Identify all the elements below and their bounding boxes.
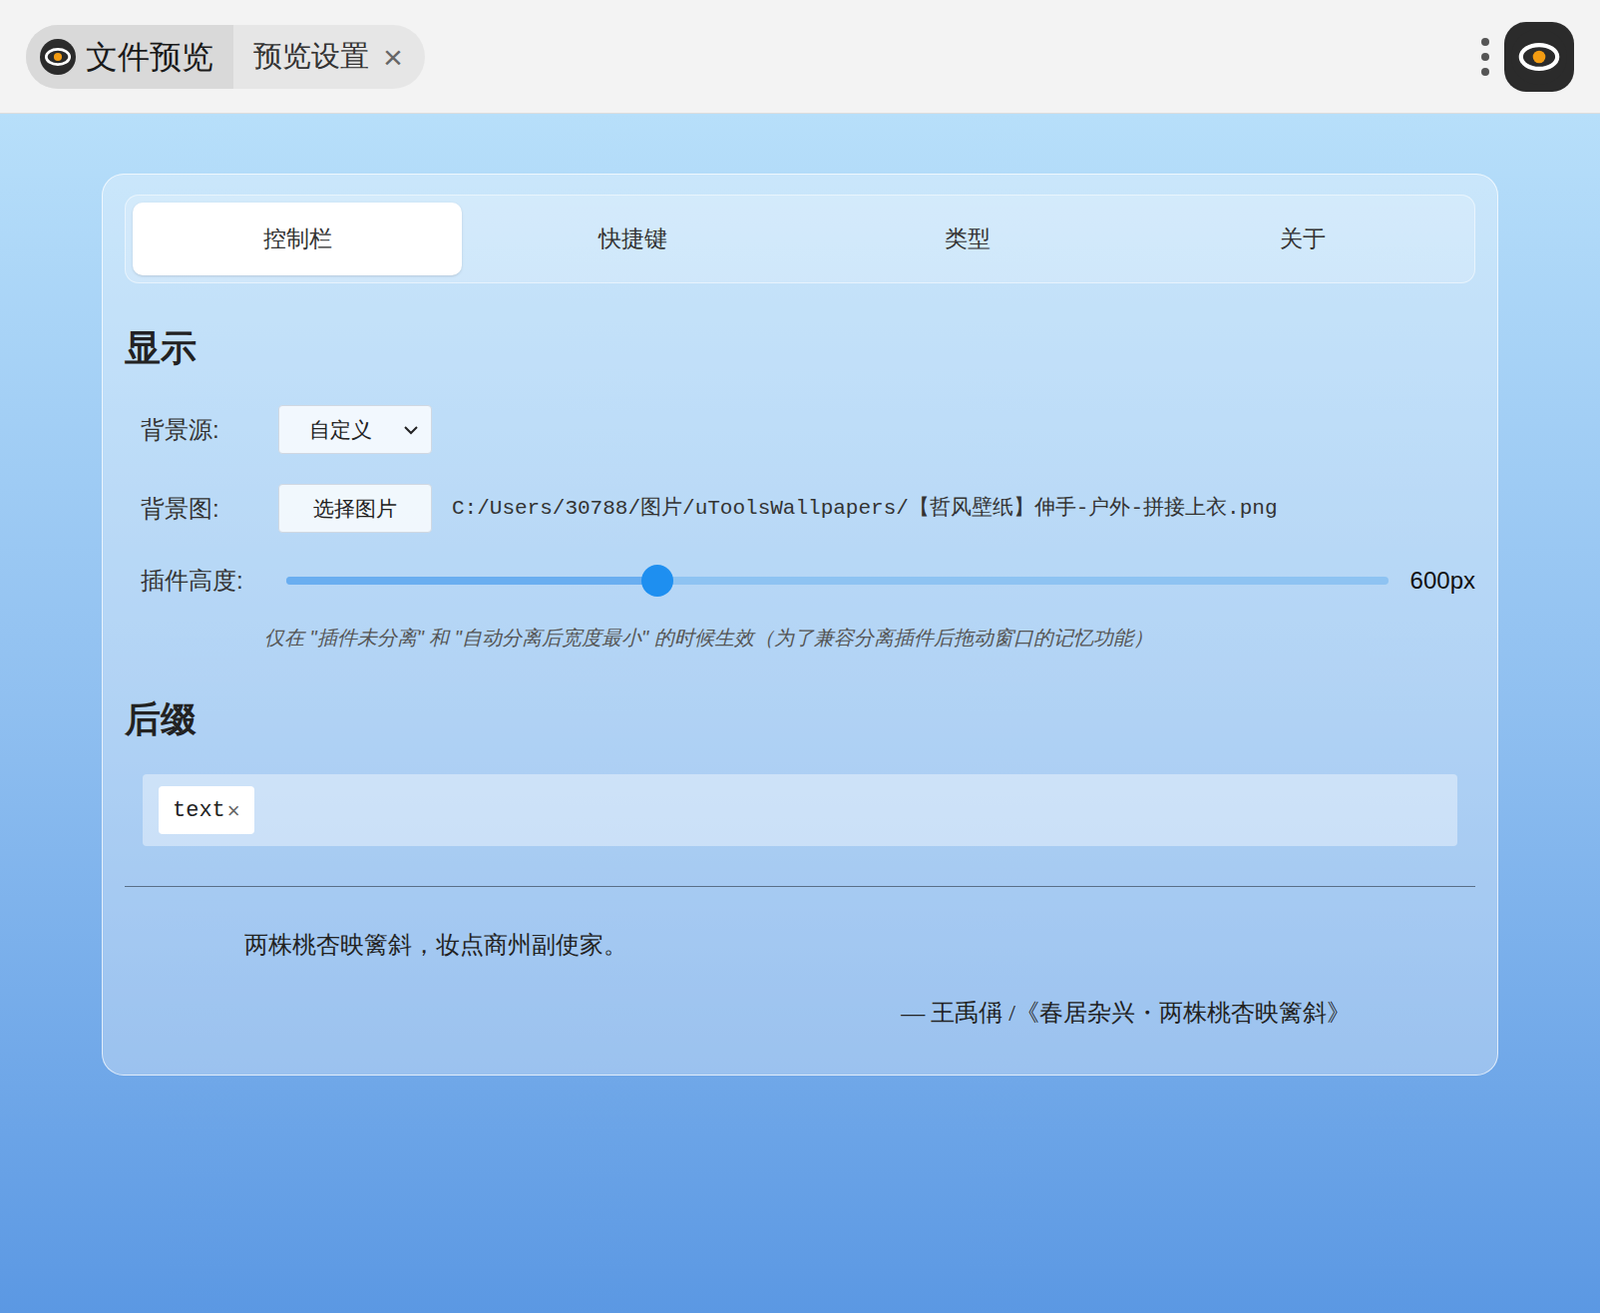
- background-image-row: 背景图:选择图片C:/Users/30788/图片/uToolsWallpape…: [140, 483, 1476, 533]
- app-eye-icon: [1511, 28, 1568, 85]
- more-menu-icon[interactable]: [1480, 36, 1491, 77]
- close-tab-button[interactable]: ×: [383, 39, 403, 74]
- remove-tag-button[interactable]: ×: [227, 794, 241, 827]
- display-title: 显示: [124, 321, 1476, 376]
- chevron-down-icon: [400, 419, 421, 440]
- background-source-row: 背景源:自定义: [140, 404, 1476, 454]
- slider-fill: [286, 576, 658, 585]
- suffix-tag: text×: [158, 786, 255, 834]
- settings-card: 控制栏快捷键类型关于显示背景源:自定义背景图:选择图片C:/Users/3078…: [101, 173, 1499, 1076]
- image-path: C:/Users/30788/图片/uToolsWallpapers/【哲风壁纸…: [451, 492, 1277, 525]
- settings-tab[interactable]: 控制栏: [132, 202, 462, 276]
- suffix-title: 后缀: [124, 692, 1476, 747]
- height-slider[interactable]: [286, 576, 1389, 585]
- background-source-select[interactable]: 自定义: [278, 404, 432, 454]
- app-window: 文件预览预览设置× 控制栏快捷键类型关于显示背景源:自定义背景图:选择图片C:/U…: [0, 0, 1600, 1313]
- settings-tab[interactable]: 类型: [802, 202, 1133, 276]
- settings-tab[interactable]: 快捷键: [467, 202, 798, 276]
- divider: [124, 885, 1476, 887]
- choose-image-button[interactable]: 选择图片: [278, 483, 432, 533]
- plugin-tab[interactable]: 文件预览: [25, 24, 234, 89]
- height-reading: 600px: [1410, 562, 1476, 599]
- top-right: [1480, 21, 1575, 92]
- settings-tabs: 控制栏快捷键类型关于: [124, 194, 1476, 284]
- background-photo: 控制栏快捷键类型关于显示背景源:自定义背景图:选择图片C:/Users/3078…: [0, 113, 1600, 1313]
- quote-source: — 王禹偁 /《春居杂兴・两株桃杏映篱斜》: [124, 994, 1476, 1031]
- display-rows: 背景源:自定义背景图:选择图片C:/Users/30788/图片/uToolsW…: [124, 404, 1476, 599]
- top-bar: 文件预览预览设置×: [0, 0, 1600, 114]
- app-logo[interactable]: [1504, 21, 1575, 92]
- plugin-height-row: 插件高度:600px: [140, 562, 1476, 599]
- settings-tab[interactable]: 关于: [1138, 202, 1468, 276]
- plugin-eye-icon: [39, 38, 76, 75]
- suffix-input[interactable]: text×: [142, 774, 1458, 846]
- height-hint: 仅在 "插件未分离" 和 "自动分离后宽度最小" 的时候生效（为了兼容分离插件后…: [124, 622, 1476, 653]
- quote-text: 两株桃杏映篱斜，妆点商州副使家。: [124, 926, 1476, 963]
- page-tab[interactable]: 预览设置×: [233, 24, 425, 89]
- breadcrumb: 文件预览预览设置×: [25, 24, 425, 89]
- slider-thumb[interactable]: [641, 564, 674, 597]
